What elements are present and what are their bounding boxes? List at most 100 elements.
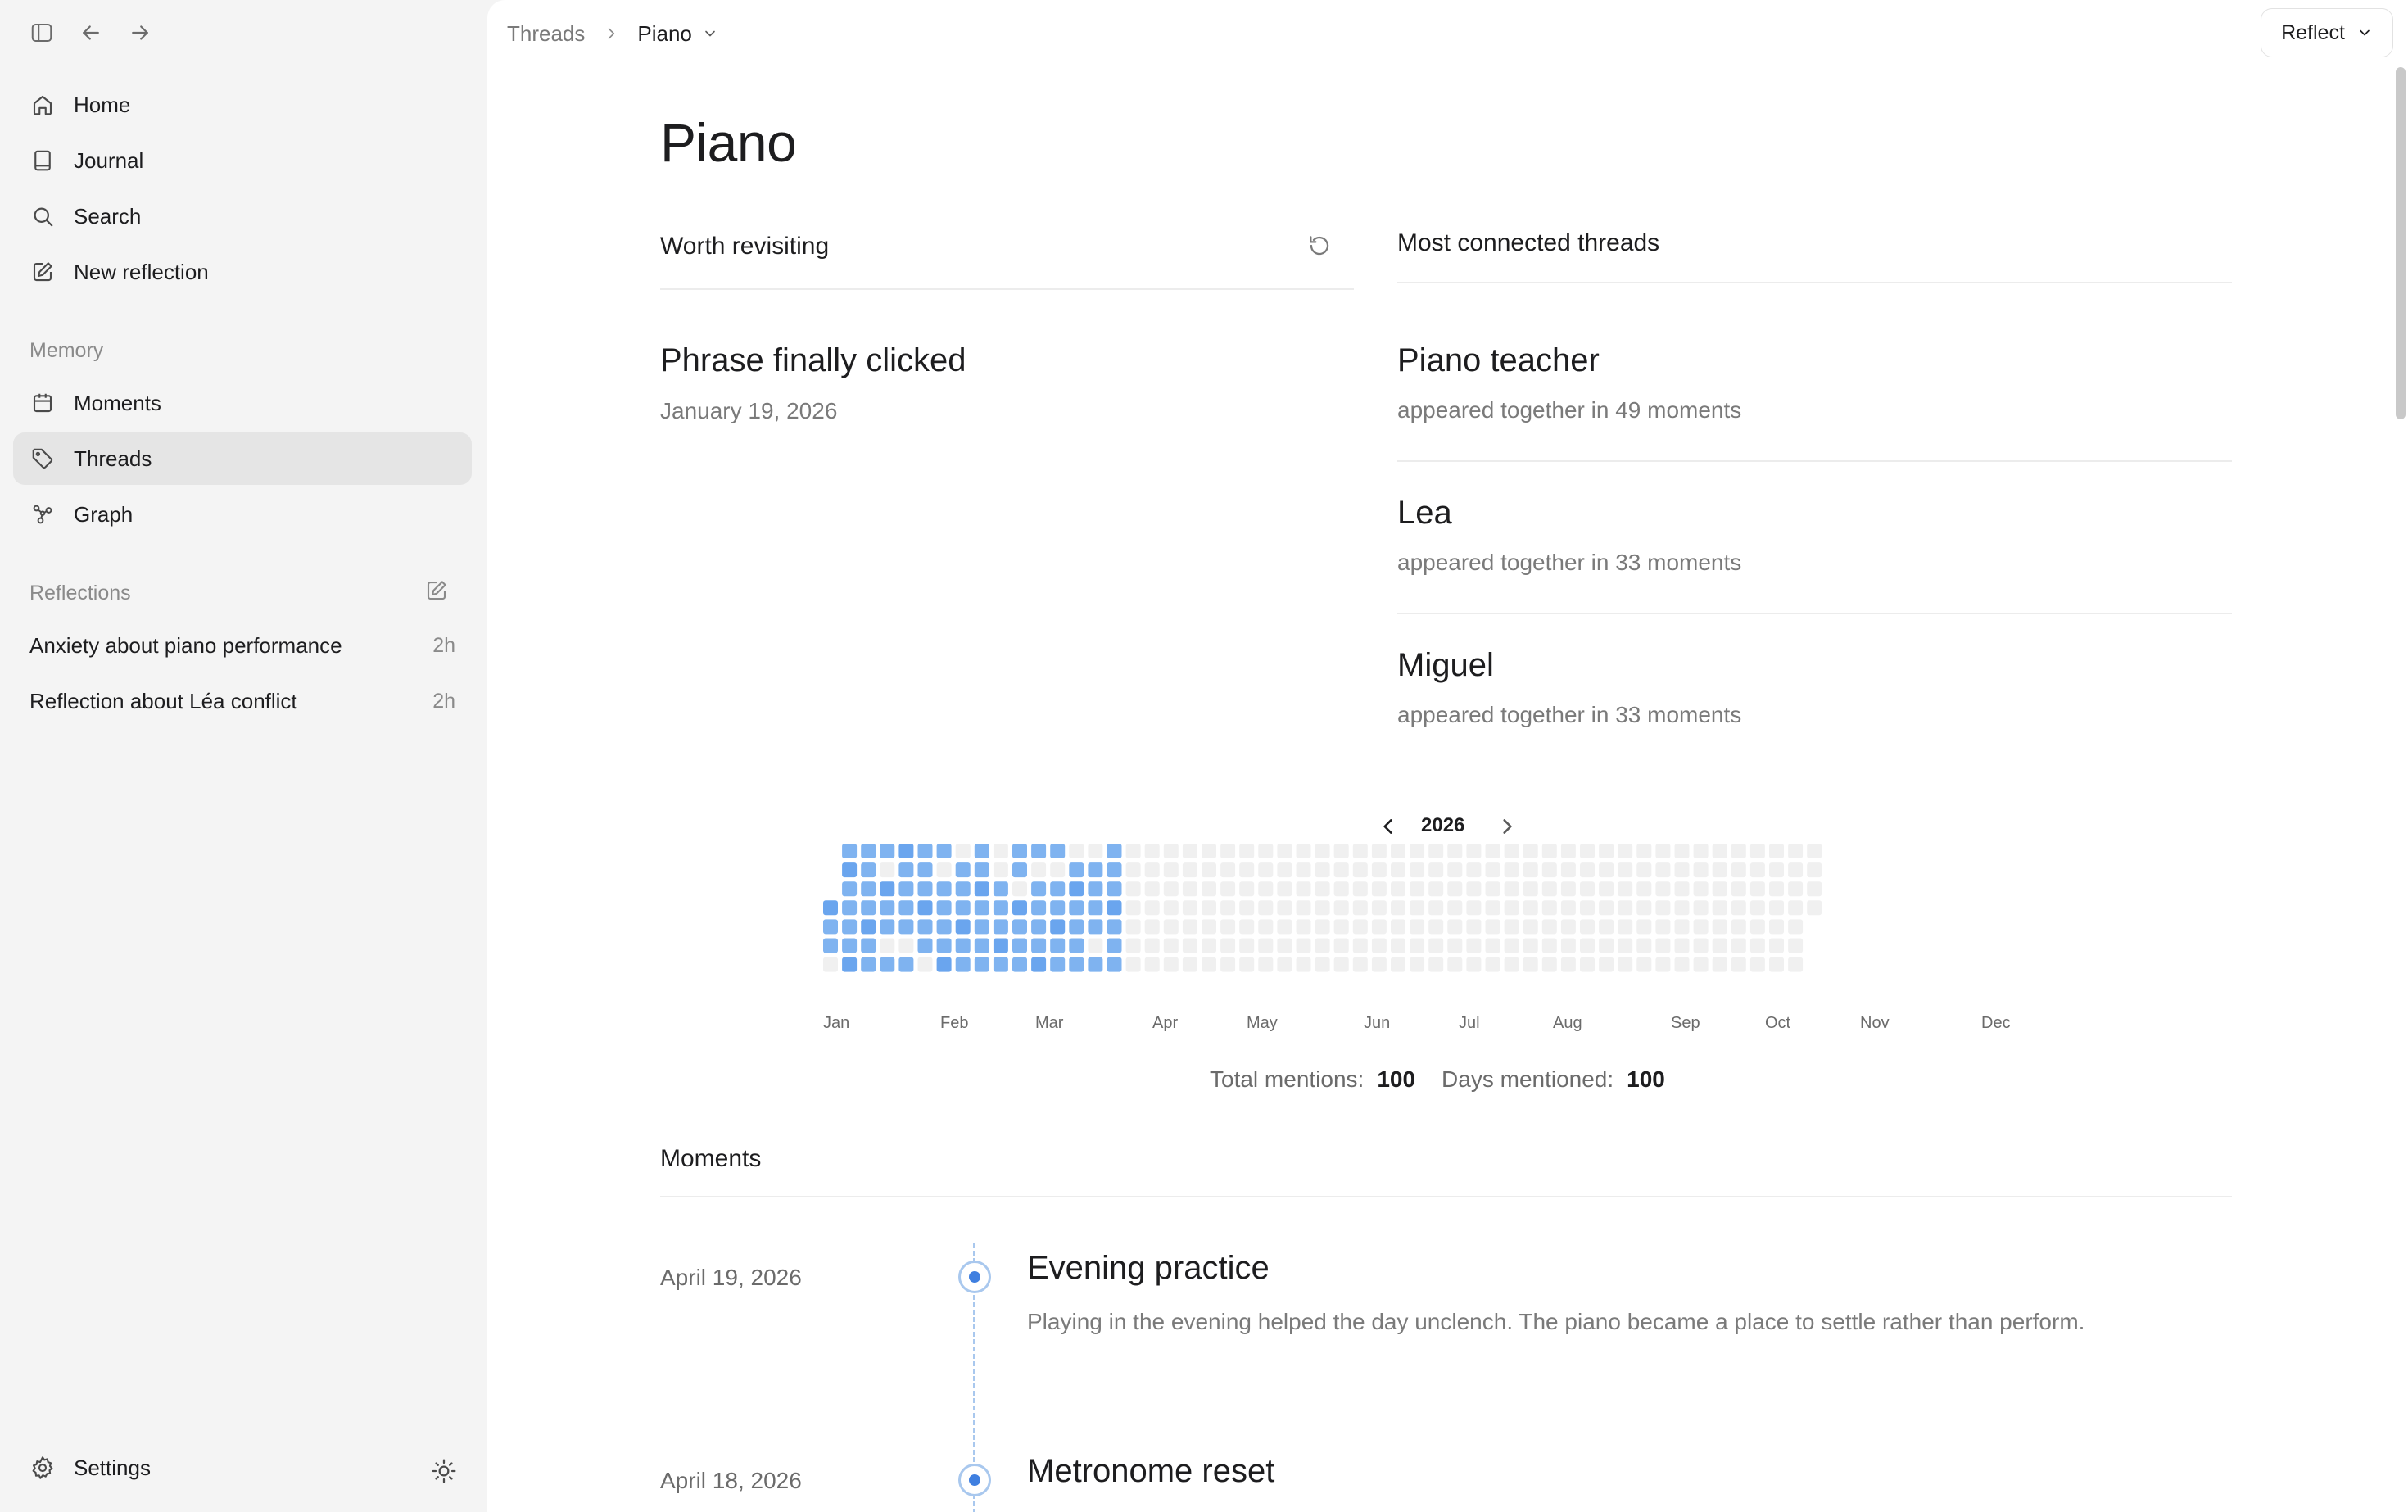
heatmap-day-cell[interactable] xyxy=(1485,862,1500,878)
heatmap-day-cell[interactable] xyxy=(1504,900,1519,916)
heatmap-day-cell[interactable] xyxy=(1144,957,1160,972)
heatmap-day-cell[interactable] xyxy=(974,919,989,935)
heatmap-day-cell[interactable] xyxy=(1296,881,1311,897)
heatmap-day-cell[interactable] xyxy=(1466,919,1482,935)
heatmap-day-cell[interactable] xyxy=(974,881,989,897)
heatmap-day-cell[interactable] xyxy=(1220,938,1236,953)
refresh-icon[interactable] xyxy=(1306,233,1333,259)
sun-icon[interactable] xyxy=(431,1458,457,1484)
heatmap-day-cell[interactable] xyxy=(1788,844,1804,858)
heatmap-day-cell[interactable] xyxy=(1069,862,1084,878)
heatmap-day-cell[interactable] xyxy=(917,900,933,916)
heatmap-day-cell[interactable] xyxy=(898,919,914,935)
heatmap-day-cell[interactable] xyxy=(1163,957,1179,972)
heatmap-day-cell[interactable] xyxy=(1125,881,1141,897)
reflect-button[interactable]: Reflect xyxy=(2261,8,2393,57)
heatmap-day-cell[interactable] xyxy=(1296,844,1311,858)
heatmap-day-cell[interactable] xyxy=(1333,881,1349,897)
heatmap-day-cell[interactable] xyxy=(955,938,971,953)
heatmap-day-cell[interactable] xyxy=(898,900,914,916)
heatmap-day-cell[interactable] xyxy=(1239,900,1255,916)
heatmap-day-cell[interactable] xyxy=(1769,900,1784,916)
heatmap-day-cell[interactable] xyxy=(1618,862,1633,878)
heatmap-day-cell[interactable] xyxy=(1258,938,1274,953)
heatmap-day-cell[interactable] xyxy=(1523,862,1538,878)
heatmap-day-cell[interactable] xyxy=(1807,862,1822,878)
heatmap-day-cell[interactable] xyxy=(1069,900,1084,916)
heatmap-day-cell[interactable] xyxy=(1693,938,1709,953)
heatmap-day-cell[interactable] xyxy=(1712,957,1727,972)
heatmap-day-cell[interactable] xyxy=(1674,900,1690,916)
heatmap-day-cell[interactable] xyxy=(1352,919,1368,935)
heatmap-day-cell[interactable] xyxy=(1580,862,1595,878)
heatmap-day-cell[interactable] xyxy=(1352,900,1368,916)
heatmap-day-cell[interactable] xyxy=(1182,844,1197,858)
heatmap-day-cell[interactable] xyxy=(1352,862,1368,878)
heatmap-day-cell[interactable] xyxy=(1655,919,1671,935)
heatmap-day-cell[interactable] xyxy=(1220,844,1236,858)
heatmap-day-cell[interactable] xyxy=(1410,862,1425,878)
heatmap-day-cell[interactable] xyxy=(1466,862,1482,878)
heatmap-day-cell[interactable] xyxy=(1807,900,1822,916)
heatmap-day-cell[interactable] xyxy=(1674,938,1690,953)
heatmap-day-cell[interactable] xyxy=(1069,844,1084,858)
heatmap-day-cell[interactable] xyxy=(842,881,858,897)
heatmap-day-cell[interactable] xyxy=(1485,881,1500,897)
heatmap-day-cell[interactable] xyxy=(1069,919,1084,935)
heatmap-day-cell[interactable] xyxy=(1428,938,1444,953)
heatmap-day-cell[interactable] xyxy=(1466,900,1482,916)
heatmap-day-cell[interactable] xyxy=(1523,957,1538,972)
heatmap-day-cell[interactable] xyxy=(1258,957,1274,972)
heatmap-day-cell[interactable] xyxy=(1371,844,1387,858)
heatmap-day-cell[interactable] xyxy=(1277,862,1292,878)
heatmap-day-cell[interactable] xyxy=(1504,957,1519,972)
heatmap-day-cell[interactable] xyxy=(1391,900,1405,916)
heatmap-day-cell[interactable] xyxy=(1428,844,1444,858)
heatmap-day-cell[interactable] xyxy=(1144,919,1160,935)
heatmap-day-cell[interactable] xyxy=(1523,900,1538,916)
heatmap-day-cell[interactable] xyxy=(1447,862,1463,878)
heatmap-day-cell[interactable] xyxy=(1050,957,1066,972)
heatmap-day-cell[interactable] xyxy=(842,862,858,878)
heatmap-day-cell[interactable] xyxy=(1144,938,1160,953)
heatmap-day-cell[interactable] xyxy=(1239,938,1255,953)
heatmap-day-cell[interactable] xyxy=(1202,938,1216,953)
heatmap-day-cell[interactable] xyxy=(1693,844,1709,858)
heatmap-day-cell[interactable] xyxy=(1163,844,1179,858)
heatmap-day-cell[interactable] xyxy=(1749,881,1765,897)
heatmap-day-cell[interactable] xyxy=(1560,957,1576,972)
heatmap-day-cell[interactable] xyxy=(1769,957,1784,972)
heatmap-day-cell[interactable] xyxy=(1315,844,1330,858)
heatmap-day-cell[interactable] xyxy=(898,957,914,972)
heatmap-day-cell[interactable] xyxy=(1088,900,1103,916)
heatmap-day-cell[interactable] xyxy=(1749,844,1765,858)
heatmap-day-cell[interactable] xyxy=(823,957,838,972)
heatmap-day-cell[interactable] xyxy=(880,862,895,878)
heatmap-day-cell[interactable] xyxy=(993,938,1008,953)
heatmap-day-cell[interactable] xyxy=(1182,938,1197,953)
heatmap-day-cell[interactable] xyxy=(1788,938,1804,953)
heatmap-day-cell[interactable] xyxy=(1599,900,1614,916)
heatmap-day-cell[interactable] xyxy=(1749,919,1765,935)
heatmap-day-cell[interactable] xyxy=(993,862,1008,878)
heatmap-day-cell[interactable] xyxy=(1504,919,1519,935)
heatmap-day-cell[interactable] xyxy=(1674,919,1690,935)
heatmap-day-cell[interactable] xyxy=(1012,938,1027,953)
heatmap-day-cell[interactable] xyxy=(1125,900,1141,916)
heatmap-day-cell[interactable] xyxy=(1618,900,1633,916)
heatmap-day-cell[interactable] xyxy=(898,862,914,878)
heatmap-day-cell[interactable] xyxy=(1012,919,1027,935)
heatmap-day-cell[interactable] xyxy=(1788,919,1804,935)
heatmap-day-cell[interactable] xyxy=(1258,862,1274,878)
heatmap-day-cell[interactable] xyxy=(1144,881,1160,897)
moment-title[interactable]: Evening practice xyxy=(1027,1250,1270,1287)
heatmap-day-cell[interactable] xyxy=(974,938,989,953)
heatmap-day-cell[interactable] xyxy=(1163,862,1179,878)
heatmap-day-cell[interactable] xyxy=(1069,957,1084,972)
heatmap-day-cell[interactable] xyxy=(1485,957,1500,972)
nav-moments[interactable]: Moments xyxy=(13,377,472,429)
heatmap-day-cell[interactable] xyxy=(1674,957,1690,972)
heatmap-day-cell[interactable] xyxy=(1220,900,1236,916)
heatmap-day-cell[interactable] xyxy=(823,919,838,935)
heatmap-day-cell[interactable] xyxy=(1655,900,1671,916)
